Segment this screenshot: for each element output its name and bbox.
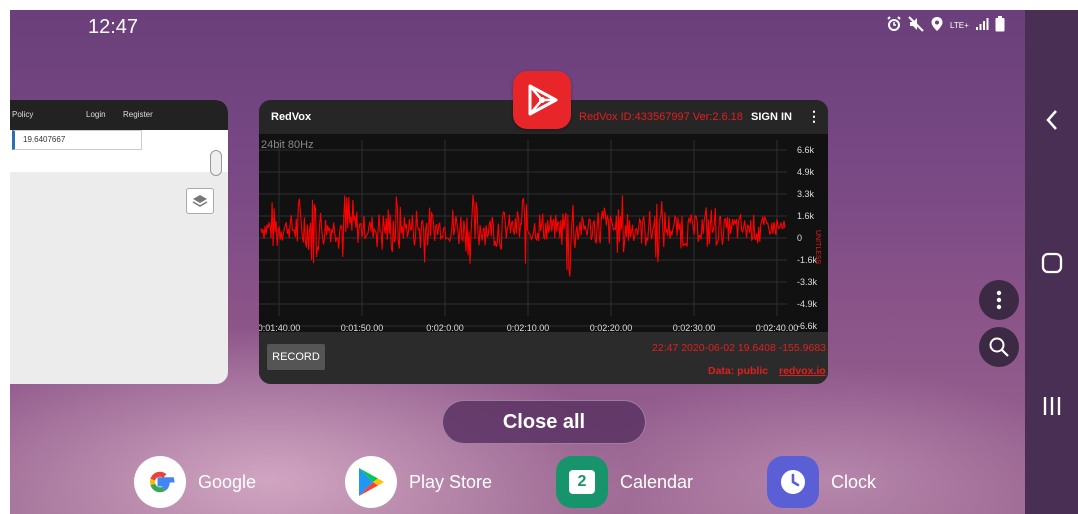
redvox-app-icon[interactable]	[513, 71, 571, 129]
y-tick-label: 3.3k	[797, 189, 815, 199]
more-options-icon[interactable]	[979, 280, 1019, 320]
search-icon[interactable]	[979, 327, 1019, 367]
recent-card-browser[interactable]: Policy Login Register 19.6407667	[10, 100, 228, 384]
location-icon	[930, 16, 944, 35]
y-tick-label: 4.9k	[797, 167, 815, 177]
overflow-menu-icon[interactable]: ⋮	[807, 108, 821, 125]
y-tick-label: -3.3k	[797, 277, 818, 287]
waveform-chart: 6.6k4.9k3.3k1.6k0-1.6k-3.3k-4.9k-6.6kUNI…	[259, 139, 821, 333]
battery-icon	[995, 16, 1005, 35]
play-store-icon	[345, 456, 397, 508]
alarm-icon	[886, 16, 902, 35]
x-tick-label: 0:02:0.00	[426, 323, 464, 332]
dock-label-play-store: Play Store	[409, 471, 493, 492]
chart-title: 24bit 80Hz	[261, 139, 314, 151]
y-tick-label: -4.9k	[797, 299, 818, 309]
recent-card-redvox[interactable]: RedVox RedVox ID:433567997 Ver:2.6.18 SI…	[259, 100, 828, 384]
mute-icon	[908, 16, 924, 35]
x-tick-label: 0:01:40.00	[259, 323, 300, 332]
dock-label-calendar: Calendar	[620, 471, 694, 492]
dock-label-google: Google	[198, 471, 257, 492]
waveform-series	[260, 194, 786, 277]
nav-register[interactable]: Register	[123, 110, 153, 119]
dock-google[interactable]: Google	[134, 456, 256, 508]
nav-login[interactable]: Login	[86, 110, 106, 119]
calendar-icon: 2	[556, 456, 608, 508]
layers-icon[interactable]	[186, 188, 214, 214]
recents-icon[interactable]	[1025, 381, 1078, 431]
data-visibility: Data: public	[708, 365, 769, 377]
status-time: 12:47	[88, 16, 139, 38]
home-icon[interactable]	[1025, 238, 1078, 288]
station-info: 22:47 2020-06-02 19.6408 -155.9683	[652, 342, 826, 354]
x-tick-label: 0:02:40.00	[756, 323, 799, 332]
back-icon[interactable]	[1025, 95, 1078, 145]
dock-label-clock: Clock	[831, 471, 877, 492]
sign-in-button[interactable]: SIGN IN	[751, 111, 792, 123]
browser-nav: Policy Login Register	[10, 100, 228, 130]
recents-screen: 12:47 LTE+ Policy Login Register 19.6407…	[10, 10, 1078, 514]
y-tick-label: 1.6k	[797, 211, 815, 221]
record-button[interactable]: RECORD	[267, 344, 325, 370]
google-icon	[134, 456, 186, 508]
nav-policy[interactable]: Policy	[12, 110, 33, 119]
y-tick-label: 0	[797, 233, 802, 243]
dock-play-store[interactable]: Play Store	[345, 456, 492, 508]
signal-icon	[975, 17, 989, 34]
browser-form-area: 19.6407667	[10, 130, 228, 172]
x-tick-label: 0:02:20.00	[590, 323, 633, 332]
y-tick-label: 6.6k	[797, 145, 815, 155]
redvox-id-version: RedVox ID:433567997 Ver:2.6.18	[579, 111, 743, 123]
redvox-link[interactable]: redvox.io	[779, 365, 826, 377]
x-tick-label: 0:02:30.00	[673, 323, 716, 332]
clock-icon	[767, 456, 819, 508]
navigation-bar	[1025, 10, 1078, 514]
redvox-footer: RECORD 22:47 2020-06-02 19.6408 -155.968…	[259, 332, 828, 384]
calendar-date-badge: 2	[569, 470, 595, 494]
dock-calendar[interactable]: 2 Calendar	[556, 456, 693, 508]
dock-clock[interactable]: Clock	[767, 456, 876, 508]
x-tick-label: 0:01:50.00	[341, 323, 384, 332]
close-all-button[interactable]: Close all	[442, 400, 646, 444]
waveform-plot: 6.6k 4.9k 3.3k 1.6k 0 -1.6k -3.3k -4.9k -6.6k UNI…	[259, 134, 828, 333]
coordinate-input[interactable]: 19.6407667	[12, 130, 142, 150]
lte-label: LTE+	[950, 20, 969, 30]
y-axis-label: UNITLESS	[814, 230, 821, 265]
redvox-title: RedVox	[271, 111, 312, 123]
y-tick-label: -6.6k	[797, 321, 818, 331]
scroll-handle[interactable]	[210, 150, 222, 176]
status-icons: LTE+	[886, 16, 1005, 35]
x-tick-label: 0:02:10.00	[507, 323, 550, 332]
